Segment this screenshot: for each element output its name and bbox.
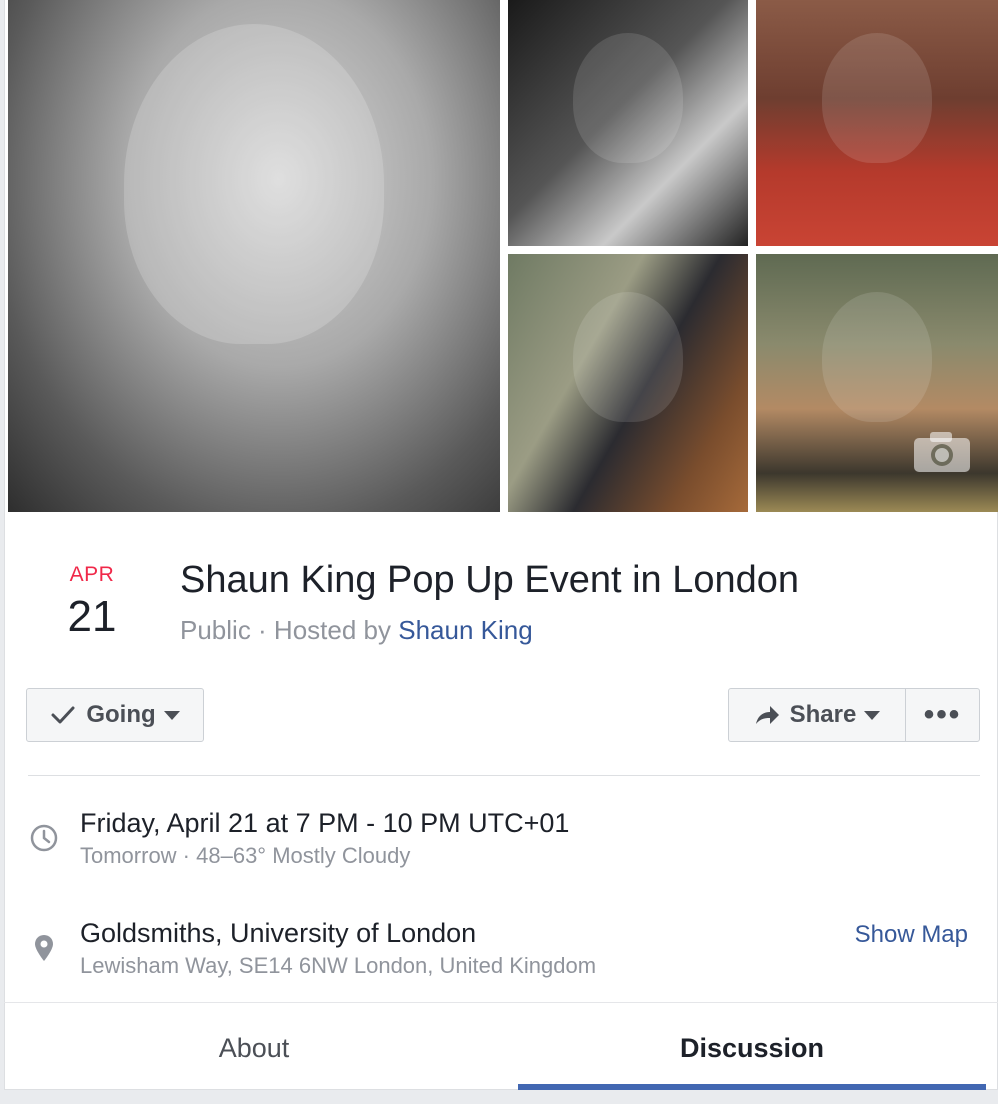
going-label: Going: [86, 701, 156, 728]
show-map-link[interactable]: Show Map: [855, 920, 968, 950]
event-day: 21: [67, 592, 117, 641]
cover-photo-red-shirt[interactable]: [756, 0, 998, 246]
host-link[interactable]: Shaun King: [398, 615, 532, 645]
event-datetime[interactable]: Friday, April 21 at 7 PM - 10 PM UTC+01: [80, 806, 569, 840]
hosted-by-label: · Hosted by: [250, 615, 399, 645]
camera-icon[interactable]: [912, 430, 972, 474]
share-label: Share: [789, 701, 857, 728]
event-date-block: APR 21: [60, 562, 124, 642]
cover-photo-illustration[interactable]: [508, 0, 748, 246]
event-venue[interactable]: Goldsmiths, University of London: [80, 916, 476, 950]
tabs-divider: [4, 1002, 998, 1003]
event-weather: Tomorrow · 48–63° Mostly Cloudy: [80, 843, 411, 868]
tab-discussion[interactable]: Discussion: [518, 1020, 986, 1076]
event-month: APR: [69, 563, 115, 586]
event-address: Lewisham Way, SE14 6NW London, United Ki…: [80, 953, 597, 978]
going-button[interactable]: Going: [26, 688, 204, 742]
event-cover-photo-collage[interactable]: [8, 0, 998, 512]
details-divider: [28, 775, 980, 776]
share-button[interactable]: Share: [728, 688, 906, 742]
tab-about[interactable]: About: [4, 1020, 504, 1076]
event-privacy: Public: [180, 615, 251, 645]
check-icon: [50, 704, 76, 726]
clock-icon: [30, 824, 58, 852]
more-options-icon: •••: [923, 698, 962, 731]
location-pin-icon: [35, 935, 53, 961]
active-tab-indicator: [518, 1084, 986, 1090]
cover-photo-main[interactable]: [8, 0, 500, 512]
more-options-button[interactable]: •••: [905, 688, 980, 742]
event-title: Shaun King Pop Up Event in London: [180, 559, 800, 601]
chevron-down-icon: [864, 710, 881, 720]
chevron-down-icon: [163, 710, 180, 720]
event-meta: Public · Hosted by Shaun King: [180, 612, 533, 648]
share-arrow-icon: [754, 704, 780, 726]
cover-photo-mural[interactable]: [508, 254, 748, 512]
